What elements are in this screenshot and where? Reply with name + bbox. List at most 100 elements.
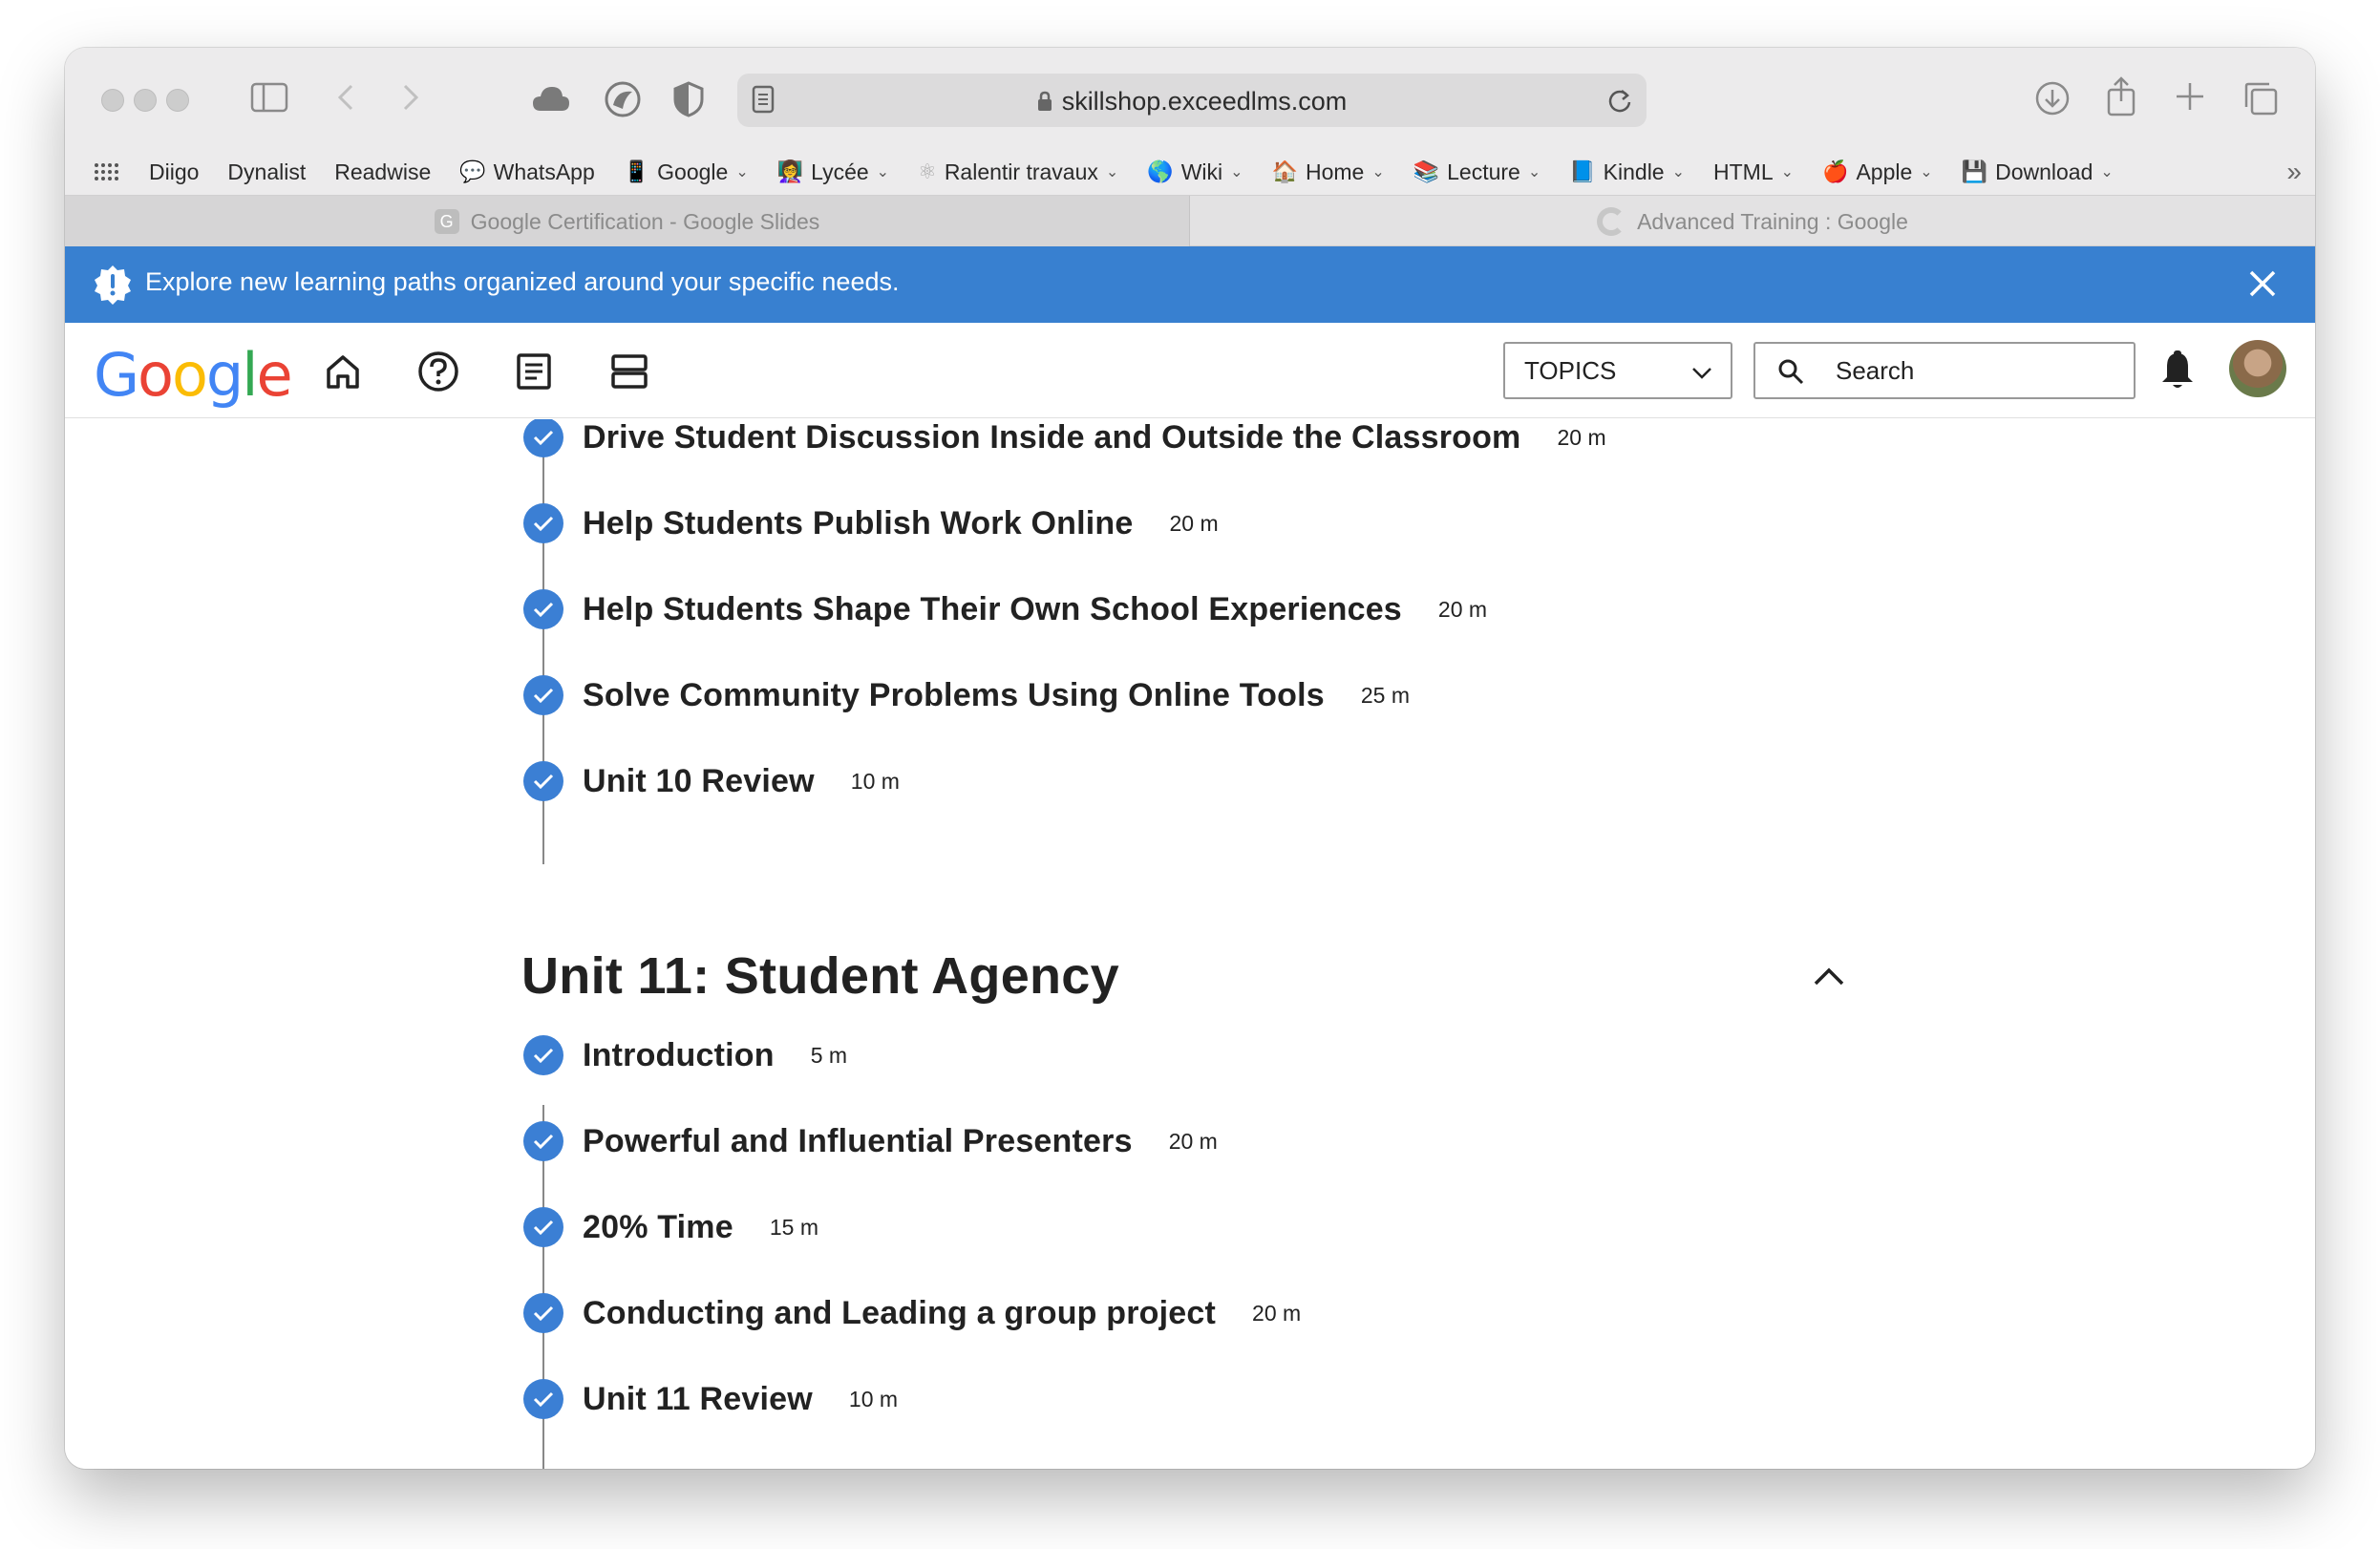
bookmark-folder-kindle[interactable]: 📘 Kindle ⌄ xyxy=(1569,159,1685,185)
transcript-icon[interactable] xyxy=(512,350,556,393)
chevron-down-icon: ⌄ xyxy=(1230,164,1243,180)
bookmark-folder-wiki[interactable]: 🌎 Wiki ⌄ xyxy=(1147,159,1243,185)
collapse-unit-button[interactable] xyxy=(1805,952,1853,1000)
phone-icon: 📱 xyxy=(623,159,650,183)
lesson-item[interactable]: Unit 11 Review 10 m xyxy=(523,1370,898,1428)
close-icon xyxy=(2249,270,2276,297)
new-tab-icon[interactable] xyxy=(2174,80,2206,113)
chevron-down-icon: ⌄ xyxy=(2100,164,2114,180)
lesson-item[interactable]: Help Students Publish Work Online 20 m xyxy=(523,495,1219,552)
completed-check-icon xyxy=(523,1121,563,1161)
globe-icon: 🌎 xyxy=(1147,159,1174,183)
bookmark-folder-lycee[interactable]: 👩‍🏫 Lycée ⌄ xyxy=(777,159,889,185)
close-window-button[interactable] xyxy=(101,89,124,112)
chevron-down-icon: ⌄ xyxy=(1105,164,1119,180)
search-icon xyxy=(1776,357,1805,393)
chevron-down-icon: ⌄ xyxy=(1371,164,1385,180)
lesson-title: 20% Time xyxy=(583,1208,733,1245)
completed-check-icon xyxy=(523,761,563,801)
unit-heading: Unit 11: Student Agency xyxy=(521,947,1119,1005)
slides-favicon-icon: G xyxy=(434,209,459,234)
notifications-bell-icon[interactable] xyxy=(2158,350,2197,396)
completed-check-icon xyxy=(523,1035,563,1075)
icloud-icon[interactable] xyxy=(531,84,571,113)
share-icon[interactable] xyxy=(2105,76,2137,117)
sidebar-toggle-icon[interactable] xyxy=(250,82,288,113)
lesson-duration: 15 m xyxy=(769,1214,818,1240)
completed-check-icon xyxy=(523,419,563,457)
tab-bar: G Google Certification - Google Slides A… xyxy=(65,195,2315,247)
bookmarks-bar: Diigo Dynalist Readwise 💬 WhatsApp 📱 Googl… xyxy=(65,149,2315,195)
course-outline: Drive Student Discussion Inside and Outs… xyxy=(65,419,2315,1469)
bookmark-diigo[interactable]: Diigo xyxy=(149,159,199,185)
bookmark-folder-lecture[interactable]: 📚 Lecture ⌄ xyxy=(1413,159,1541,185)
forward-icon[interactable] xyxy=(401,82,420,113)
lesson-item[interactable]: Powerful and Influential Presenters 20 m xyxy=(523,1113,1218,1170)
lesson-duration: 5 m xyxy=(810,1042,848,1068)
lesson-item[interactable]: Unit 10 Review 10 m xyxy=(523,753,900,810)
help-icon[interactable] xyxy=(416,350,460,393)
lesson-title: Powerful and Influential Presenters xyxy=(583,1122,1133,1159)
lesson-item[interactable]: Help Students Shape Their Own School Exp… xyxy=(523,581,1487,638)
lesson-item[interactable]: Drive Student Discussion Inside and Outs… xyxy=(523,419,1606,466)
title-bar: skillshop.exceedlms.com xyxy=(65,48,2315,149)
google-favicon-icon xyxy=(1597,207,1626,236)
lesson-item[interactable]: Introduction 5 m xyxy=(523,1027,847,1084)
topics-label: TOPICS xyxy=(1524,355,1617,385)
lesson-title: Introduction xyxy=(583,1036,775,1073)
bookmark-folder-google[interactable]: 📱 Google ⌄ xyxy=(624,159,749,185)
lesson-title: Unit 10 Review xyxy=(583,762,815,799)
user-avatar[interactable] xyxy=(2229,340,2286,397)
back-icon[interactable] xyxy=(336,82,355,113)
privacy-shield-icon[interactable] xyxy=(672,80,705,118)
address-bar[interactable]: skillshop.exceedlms.com xyxy=(737,74,1647,127)
close-banner-button[interactable] xyxy=(2239,260,2286,308)
house-icon: 🏠 xyxy=(1271,159,1298,183)
bookmark-readwise[interactable]: Readwise xyxy=(334,159,431,185)
reload-icon[interactable] xyxy=(1606,87,1633,114)
tab-google-slides[interactable]: G Google Certification - Google Slides xyxy=(65,196,1190,247)
extension-icon[interactable] xyxy=(604,80,642,118)
bookmark-folder-apple[interactable]: 🍎 Apple ⌄ xyxy=(1822,159,1933,185)
bookmark-whatsapp[interactable]: 💬 WhatsApp xyxy=(459,159,595,185)
apple-icon: 🍎 xyxy=(1822,159,1849,183)
bookmark-folder-home[interactable]: 🏠 Home ⌄ xyxy=(1272,159,1385,185)
home-icon[interactable] xyxy=(321,350,365,393)
teacher-icon: 👩‍🏫 xyxy=(776,159,804,183)
bookmark-folder-download[interactable]: 💾 Download ⌄ xyxy=(1962,159,2114,185)
url-text: skillshop.exceedlms.com xyxy=(737,87,1647,118)
tab-overview-icon[interactable] xyxy=(2242,80,2279,117)
chevron-down-icon: ⌄ xyxy=(1920,164,1933,180)
catalog-icon[interactable] xyxy=(607,350,651,393)
completed-check-icon xyxy=(523,503,563,543)
search-placeholder: Search xyxy=(1836,355,1915,385)
apps-grid-icon[interactable] xyxy=(94,162,118,181)
books-icon: 📚 xyxy=(1413,159,1440,183)
tab-advanced-training[interactable]: Advanced Training : Google xyxy=(1190,196,2315,247)
url-label: skillshop.exceedlms.com xyxy=(1061,87,1348,116)
zoom-window-button[interactable] xyxy=(166,89,189,112)
lesson-title: Solve Community Problems Using Online To… xyxy=(583,676,1325,713)
alert-badge-icon xyxy=(92,264,134,306)
lesson-item[interactable]: Solve Community Problems Using Online To… xyxy=(523,667,1410,724)
completed-check-icon xyxy=(523,1379,563,1419)
announcement-banner: Explore new learning paths organized aro… xyxy=(65,246,2315,323)
lesson-item[interactable]: Conducting and Leading a group project 2… xyxy=(523,1284,1301,1342)
chevron-up-icon xyxy=(1814,967,1844,986)
browser-window: skillshop.exceedlms.com Diigo Dynalist R… xyxy=(65,48,2315,1469)
search-input[interactable]: Search xyxy=(1753,342,2136,399)
lesson-item[interactable]: 20% Time 15 m xyxy=(523,1199,818,1256)
google-logo[interactable]: Google xyxy=(94,340,293,410)
chevron-down-icon xyxy=(1690,361,1713,391)
chevron-down-icon: ⌄ xyxy=(876,164,890,180)
bookmark-folder-ralentir-travaux[interactable]: ⚛ Ralentir travaux ⌄ xyxy=(918,159,1118,185)
lesson-title: Help Students Publish Work Online xyxy=(583,504,1134,541)
bookmarks-overflow-icon[interactable]: » xyxy=(2286,157,2302,187)
bookmark-folder-html[interactable]: HTML ⌄ xyxy=(1713,159,1794,185)
minimize-window-button[interactable] xyxy=(134,89,157,112)
completed-check-icon xyxy=(523,1293,563,1333)
bookmark-dynalist[interactable]: Dynalist xyxy=(227,159,306,185)
downloads-icon[interactable] xyxy=(2034,80,2071,117)
completed-check-icon xyxy=(523,589,563,629)
topics-dropdown[interactable]: TOPICS xyxy=(1503,342,1732,399)
